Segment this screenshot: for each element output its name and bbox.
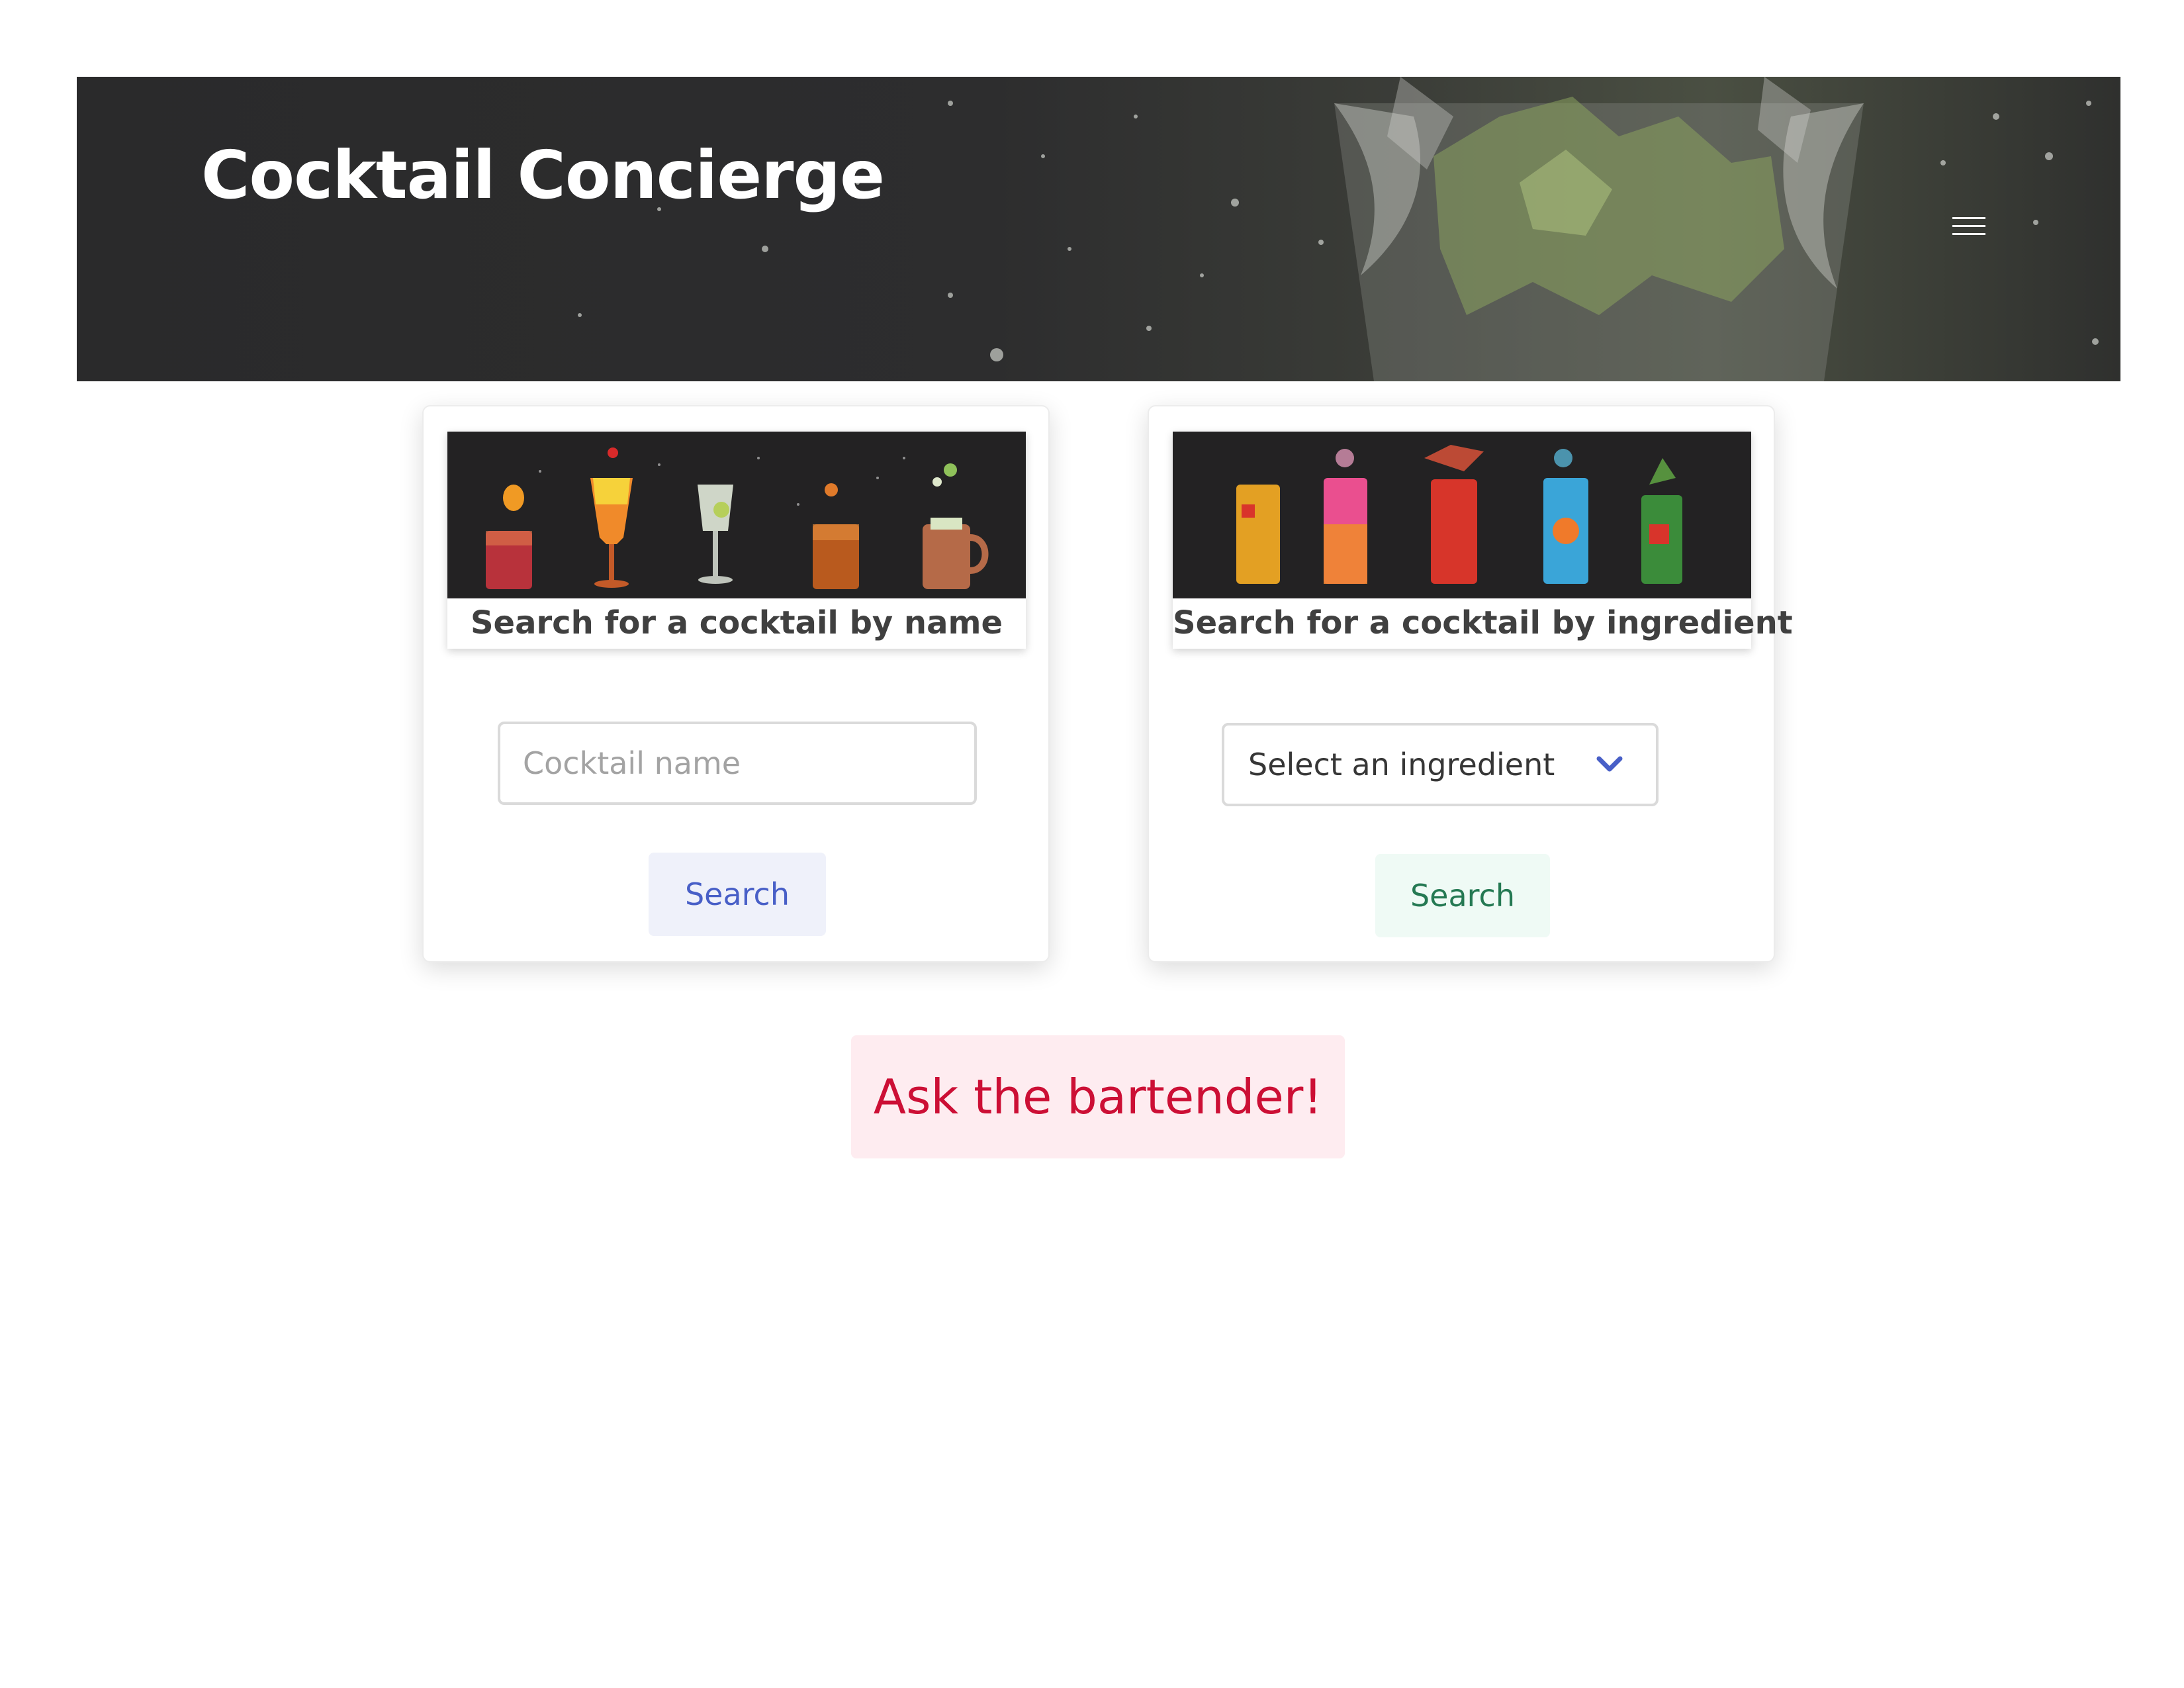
ingredient-search-caption: Search for a cocktail by ingredient [1173,604,1793,641]
name-search-banner: Search for a cocktail by name [447,432,1026,649]
cocktails-photo-ingredients [1173,432,1751,598]
name-search-card: Search for a cocktail by name Search [422,405,1050,962]
hamburger-menu-icon[interactable] [1950,209,1989,242]
site-title: Cocktail Concierge [201,136,885,214]
ingredient-search-banner: Search for a cocktail by ingredient [1173,432,1793,649]
ingredient-search-card: Search for a cocktail by ingredient Sele… [1148,405,1793,962]
cocktail-name-input[interactable] [498,722,977,805]
splash-background-image [578,77,2099,381]
search-by-name-button[interactable]: Search [649,853,826,936]
ask-bartender-button[interactable]: Ask the bartender! [851,1035,1345,1158]
ingredient-select[interactable]: Select an ingredient [1222,723,1659,806]
name-search-caption: Search for a cocktail by name [470,604,1003,641]
cocktails-photo [447,432,1026,598]
chevron-down-icon [1596,756,1623,772]
page: Cocktail Concierge Search for a cocktail… [0,0,2184,1688]
ingredient-select-value: Select an ingredient [1248,747,1555,782]
hero-header: Cocktail Concierge [77,77,2120,381]
search-by-ingredient-button[interactable]: Search [1375,854,1550,937]
